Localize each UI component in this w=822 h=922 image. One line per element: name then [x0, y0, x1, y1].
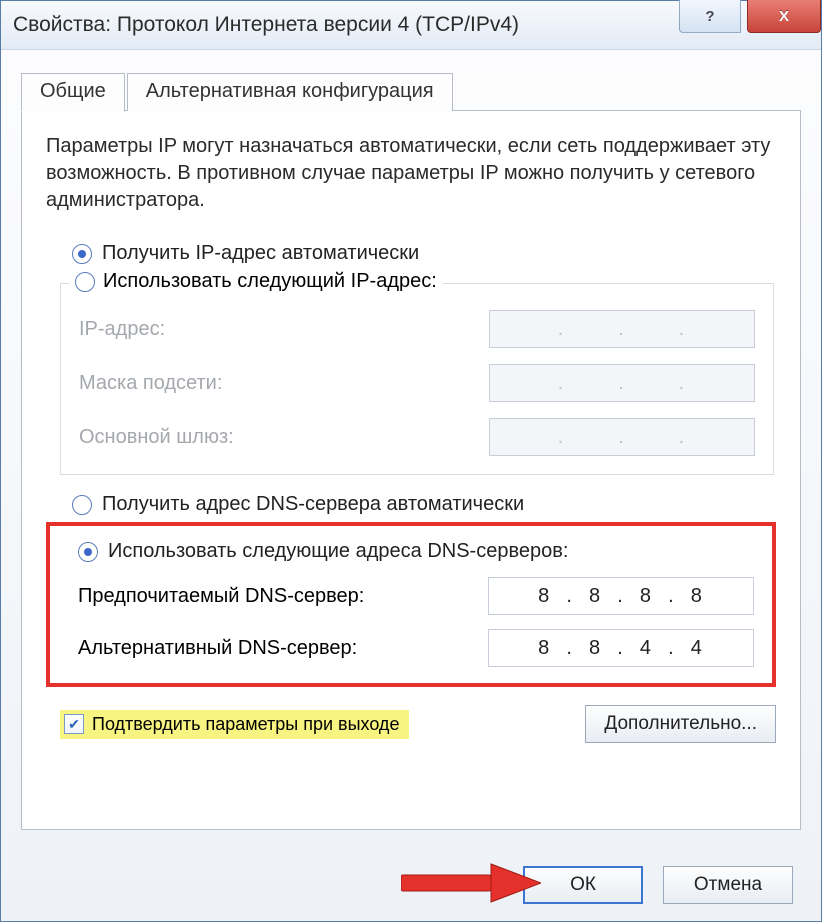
cancel-button[interactable]: Отмена [663, 866, 793, 904]
annotation-arrow-icon [401, 860, 541, 906]
checkbox-validate-label: Подтвердить параметры при выходе [92, 714, 399, 735]
input-gateway [489, 418, 755, 456]
tab-panel-general: Параметры IP могут назначаться автоматич… [21, 110, 801, 830]
ok-button[interactable]: ОК [523, 866, 643, 904]
window-controls: ? X [679, 0, 821, 33]
radio-icon [72, 495, 92, 515]
tab-strip: Общие Альтернативная конфигурация [21, 72, 801, 111]
dialog-footer: ОК Отмена [523, 866, 793, 904]
description-text: Параметры IP могут назначаться автоматич… [46, 133, 776, 214]
radio-dns-auto-label: Получить адрес DNS-сервера автоматически [102, 493, 524, 516]
radio-dns-auto[interactable]: Получить адрес DNS-сервера автоматически [72, 493, 776, 516]
label-gateway: Основной шлюз: [79, 426, 234, 449]
radio-ip-manual[interactable]: Использовать следующий IP-адрес: [69, 270, 443, 293]
advanced-button[interactable]: Дополнительно... [585, 705, 776, 743]
label-subnet-mask: Маска подсети: [79, 372, 222, 395]
title-bar: Свойства: Протокол Интернета версии 4 (T… [1, 1, 821, 50]
tab-alternate[interactable]: Альтернативная конфигурация [127, 73, 453, 111]
input-preferred-dns[interactable] [488, 577, 754, 615]
label-alternate-dns: Альтернативный DNS-сервер: [78, 637, 357, 660]
radio-icon [72, 244, 92, 264]
tab-general[interactable]: Общие [21, 73, 125, 112]
window-title: Свойства: Протокол Интернета версии 4 (T… [13, 13, 519, 37]
client-area: Общие Альтернативная конфигурация Параме… [1, 50, 821, 922]
radio-dns-manual-label: Использовать следующие адреса DNS-сервер… [108, 540, 568, 563]
radio-ip-auto[interactable]: Получить IP-адрес автоматически [72, 242, 776, 265]
checkbox-icon: ✔ [64, 714, 84, 734]
close-button[interactable]: X [747, 0, 821, 33]
radio-ip-manual-label: Использовать следующий IP-адрес: [103, 270, 437, 293]
radio-icon [75, 272, 95, 292]
group-dns-manual: Использовать следующие адреса DNS-сервер… [46, 522, 776, 687]
validate-row: ✔ Подтвердить параметры при выходе Допол… [60, 705, 776, 743]
radio-icon [78, 542, 98, 562]
input-alternate-dns[interactable] [488, 629, 754, 667]
label-preferred-dns: Предпочитаемый DNS-сервер: [78, 585, 364, 608]
label-ip-address: IP-адрес: [79, 318, 165, 341]
input-ip-address [489, 310, 755, 348]
help-button[interactable]: ? [679, 0, 741, 33]
checkbox-validate[interactable]: ✔ Подтвердить параметры при выходе [60, 710, 409, 739]
group-ip-manual: Использовать следующий IP-адрес: IP-адре… [60, 283, 774, 475]
radio-dns-manual[interactable]: Использовать следующие адреса DNS-сервер… [78, 540, 754, 563]
dialog-window: Свойства: Протокол Интернета версии 4 (T… [0, 0, 822, 922]
radio-ip-auto-label: Получить IP-адрес автоматически [102, 242, 419, 265]
input-subnet-mask [489, 364, 755, 402]
